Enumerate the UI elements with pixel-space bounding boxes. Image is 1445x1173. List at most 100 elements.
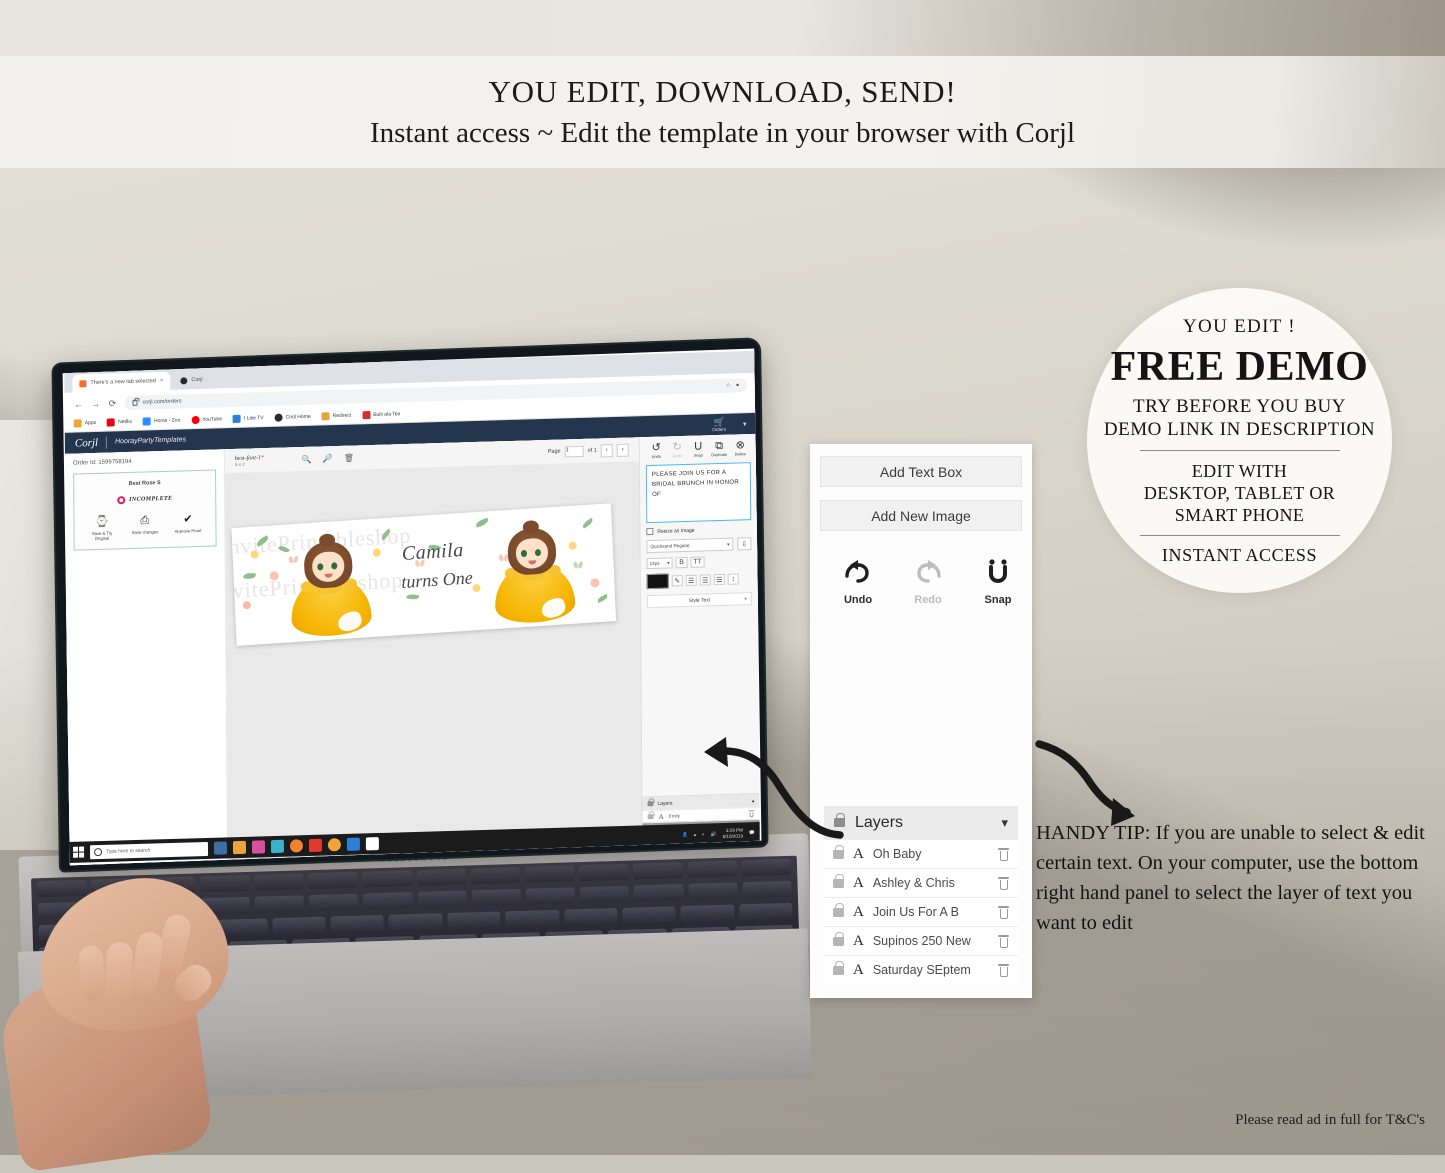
taskbar-app-icon[interactable] — [270, 839, 285, 854]
bookmark-star-icon[interactable]: ☆ — [726, 382, 731, 388]
lock-open-icon[interactable] — [833, 960, 844, 975]
layer-row[interactable]: A Saturday SEptem — [824, 955, 1018, 984]
browser-tab-active[interactable]: There's a new tab selected × — [72, 371, 171, 393]
bookmark-item[interactable]: Corjl Home — [274, 413, 311, 422]
font-family-select[interactable]: Quicksand Regular ▾ — [646, 537, 734, 554]
approve-proof-button[interactable]: ✔ Approve Proof — [170, 513, 206, 539]
snap-button[interactable]: U Snap — [688, 440, 709, 458]
windows-icon[interactable] — [73, 846, 85, 858]
page-input[interactable]: 1 — [564, 445, 584, 457]
bookmark-item[interactable]: Built ala Tea — [362, 410, 400, 420]
taskbar-app-icon[interactable] — [213, 841, 228, 855]
delete-button[interactable]: ⊗ Delete — [730, 439, 751, 457]
trash-icon[interactable] — [998, 905, 1009, 919]
lock-open-icon[interactable] — [833, 844, 844, 859]
resize-as-image-row[interactable]: Resize as Image — [646, 525, 751, 536]
undo-button[interactable]: Undo — [836, 558, 880, 606]
forward-icon[interactable]: → — [90, 398, 100, 408]
browser-tab-corjl[interactable]: Corjl — [173, 370, 210, 390]
bookmark-favicon — [321, 412, 330, 421]
layer-row[interactable]: A Join Us For A B — [824, 897, 1018, 926]
next-page-button[interactable]: › — [616, 443, 629, 457]
layer-row[interactable]: A Ashley & Chris — [824, 868, 1018, 897]
profile-icon[interactable]: ● — [736, 382, 739, 388]
taskbar-app-icon[interactable] — [365, 837, 379, 851]
cart-icon: 🛒 — [713, 416, 725, 427]
lock-open-icon[interactable] — [833, 873, 844, 888]
prev-page-button[interactable]: ‹ — [600, 443, 613, 457]
trash-icon[interactable] — [998, 963, 1009, 977]
lock-open-icon[interactable] — [833, 931, 844, 946]
font-row: Quicksand Regular ▾ ⇩ — [646, 537, 752, 554]
align-right-button[interactable]: ☰ — [713, 573, 725, 586]
zoom-out-icon[interactable]: 🔎 — [323, 454, 333, 463]
font-family-value: Quicksand Regular — [650, 542, 690, 550]
key — [525, 887, 576, 905]
save-try-original-button[interactable]: ⌚ Save & Try Original — [84, 515, 120, 541]
trash-icon[interactable] — [998, 934, 1009, 948]
redo-button[interactable]: Redo — [906, 558, 950, 606]
font-size-select[interactable]: 14px ▾ — [646, 557, 673, 570]
lock-open-icon[interactable] — [647, 814, 654, 820]
taskbar-app-icon[interactable] — [308, 838, 322, 853]
person-icon[interactable]: 👤 — [682, 832, 688, 838]
taskbar-app-icon[interactable] — [346, 837, 360, 851]
order-card[interactable]: Best Rose S INCOMPLETE ⌚ Save & Try Orig… — [73, 469, 217, 551]
bold-button[interactable]: B — [675, 556, 688, 569]
snap-magnet-icon: U — [694, 440, 703, 453]
bookmark-item[interactable]: YouTube — [191, 415, 222, 425]
layer-row[interactable]: A Supinos 250 New — [824, 926, 1018, 955]
design-title-block[interactable]: Camila turns One — [352, 536, 514, 596]
order-sidebar: Order Id: 1599758194 Best Rose S INCOMPL… — [64, 449, 229, 866]
eye-shape — [317, 563, 324, 571]
eyedropper-button[interactable]: ✎ — [671, 575, 683, 587]
tool-label: Redo — [672, 454, 682, 459]
text-color-swatch[interactable] — [646, 573, 669, 590]
style-text-section[interactable]: Style Text ▾ — [646, 592, 752, 609]
save-changes-button[interactable]: ⎙ Save changes — [127, 514, 163, 540]
corjl-logo[interactable]: Corjl — [75, 436, 98, 449]
text-case-button[interactable]: TT — [690, 556, 705, 568]
bookmark-item[interactable]: Redirect — [321, 412, 352, 421]
chevron-down-icon[interactable]: ▾ — [1001, 815, 1008, 831]
bookmark-item[interactable]: Netflix — [107, 418, 132, 427]
key — [271, 916, 326, 935]
taskbar-app-icon[interactable] — [232, 840, 247, 855]
bookmark-item[interactable]: Apps — [73, 419, 96, 428]
bookmark-item[interactable]: I Like TV — [232, 414, 264, 423]
design-artboard[interactable]: InvitePrintableshop InvitePrintableshop — [231, 503, 617, 646]
align-left-button[interactable]: ☰ — [685, 574, 697, 587]
corjl-icon — [180, 376, 188, 384]
zoom-in-icon[interactable]: 🔍 — [302, 454, 312, 463]
trash-icon[interactable] — [998, 876, 1009, 890]
trash-icon[interactable]: 🗑 — [344, 453, 354, 462]
add-new-image-button[interactable]: Add New Image — [820, 500, 1022, 531]
align-center-button[interactable]: ☰ — [699, 574, 711, 586]
chevron-down-icon[interactable]: ▾ — [743, 420, 747, 428]
duplicate-button[interactable]: ⧉ Duplicate — [709, 440, 730, 458]
page-navigation: Page 1 of 1 ‹ › — [548, 443, 629, 458]
snap-button[interactable]: Snap — [976, 558, 1020, 606]
taskbar-app-icon[interactable] — [327, 838, 341, 852]
lock-open-icon[interactable] — [833, 902, 844, 917]
close-icon[interactable]: × — [160, 378, 164, 384]
undo-button[interactable]: ↺ Undo — [646, 442, 667, 460]
trash-icon[interactable] — [998, 847, 1009, 861]
layers-panel-header[interactable]: Layers ▾ — [824, 806, 1018, 839]
bookmark-item[interactable]: Home - Zoo — [142, 416, 180, 426]
line-height-button[interactable]: ↕ — [727, 573, 739, 585]
taskbar-app-icon[interactable] — [251, 840, 266, 854]
reload-icon[interactable]: ⟳ — [107, 398, 117, 408]
layer-row[interactable]: A Oh Baby — [824, 839, 1018, 868]
windows-search-input[interactable]: Type here to search — [90, 841, 209, 859]
orders-button[interactable]: 🛒 Orders — [712, 416, 726, 431]
checkbox-icon[interactable] — [646, 527, 654, 536]
back-icon[interactable]: ← — [74, 399, 84, 409]
collapse-menu-button[interactable]: ‹ Collapse Menu — [68, 862, 229, 866]
search-placeholder: Type here to search — [106, 847, 151, 855]
font-upload-button[interactable]: ⇩ — [737, 537, 752, 551]
add-text-box-button[interactable]: Add Text Box — [820, 456, 1022, 487]
redo-button[interactable]: ↻ Redo — [667, 441, 688, 459]
taskbar-app-icon[interactable] — [289, 839, 303, 853]
text-content-input[interactable]: PLEASE JOIN US FOR A BRIDAL BRUNCH IN HO… — [645, 462, 752, 524]
